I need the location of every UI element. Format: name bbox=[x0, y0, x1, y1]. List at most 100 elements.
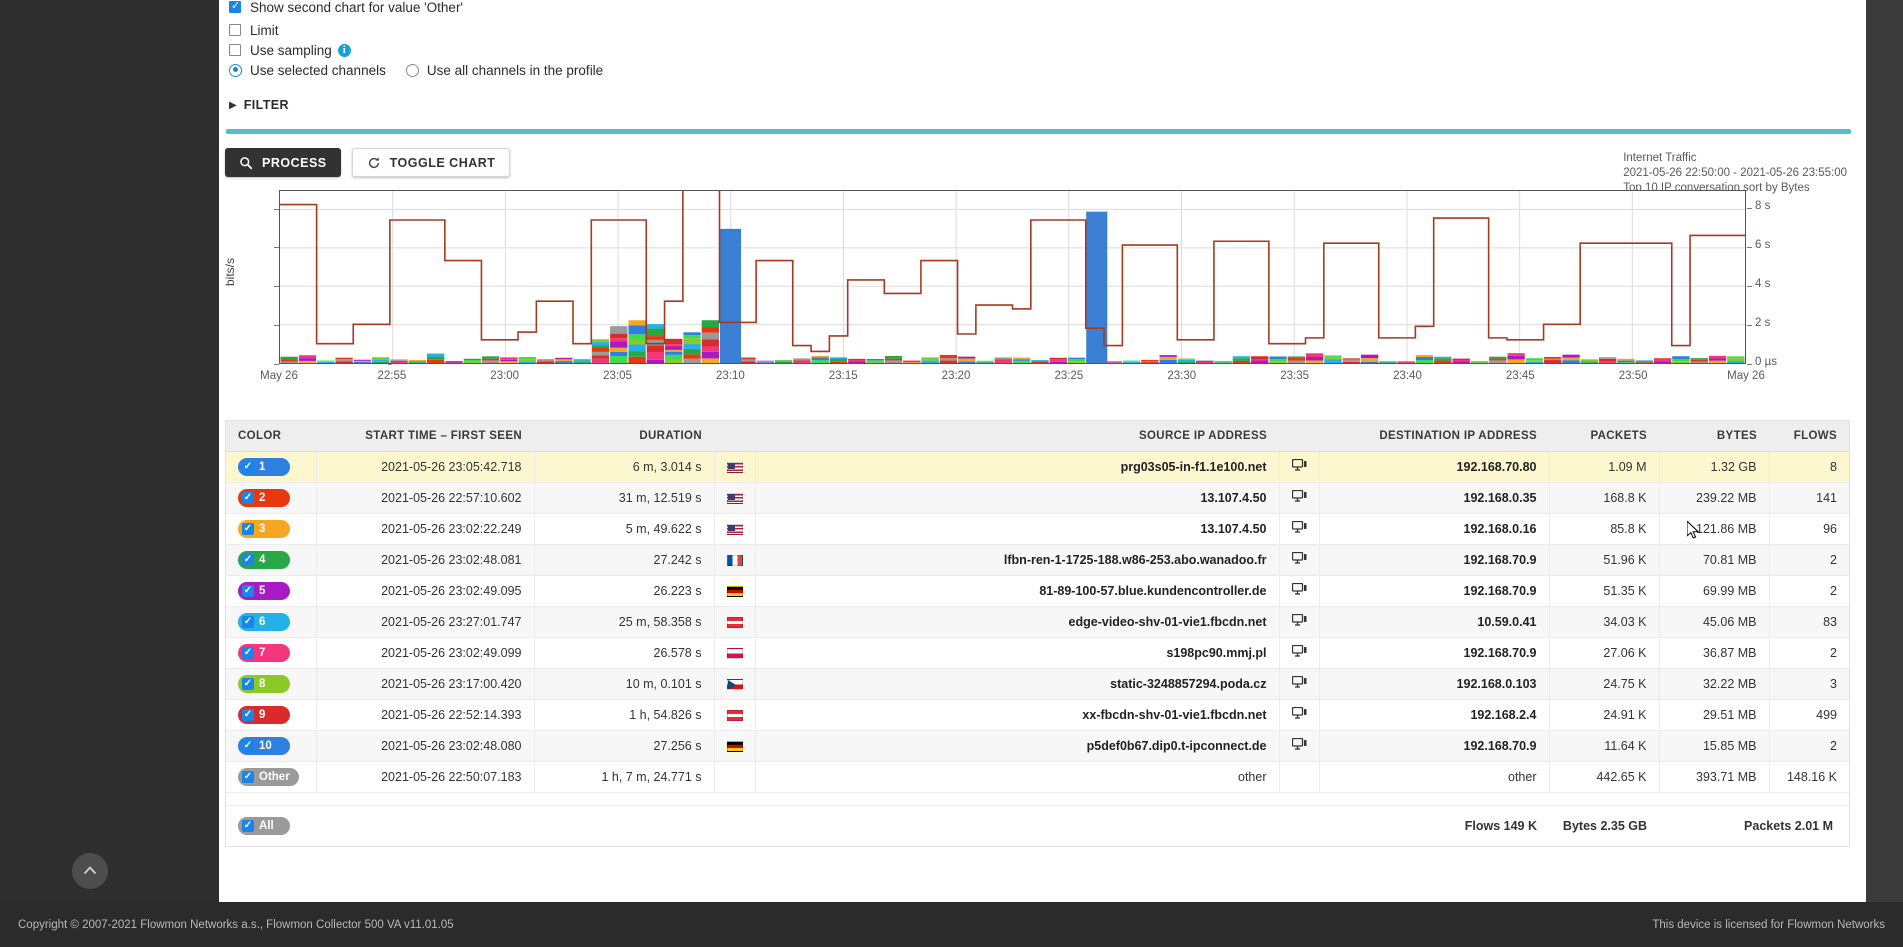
all-color-cell[interactable]: ✓All bbox=[226, 806, 316, 847]
row-source-ip[interactable]: 13.107.4.50 bbox=[755, 483, 1279, 514]
table-totals-row[interactable]: ✓AllFlows 149 KBytes 2.35 GBPackets 2.01… bbox=[226, 806, 1849, 847]
color-pill[interactable]: ✓Other bbox=[238, 768, 299, 786]
col-source-ip[interactable]: SOURCE IP ADDRESS bbox=[714, 421, 1279, 452]
table-row[interactable]: ✓Other2021-05-26 22:50:07.1831 h, 7 m, 2… bbox=[226, 762, 1849, 793]
row-checkbox[interactable]: ✓ bbox=[242, 647, 254, 659]
row-checkbox[interactable]: ✓ bbox=[242, 709, 254, 721]
row-bytes: 1.32 GB bbox=[1659, 452, 1769, 483]
col-flows[interactable]: FLOWS bbox=[1769, 421, 1849, 452]
row-source-ip[interactable]: 81-89-100-57.blue.kundencontroller.de bbox=[755, 576, 1279, 607]
row-source-ip[interactable]: 13.107.4.50 bbox=[755, 514, 1279, 545]
row-checkbox[interactable]: ✓ bbox=[242, 585, 254, 597]
all-color-pill[interactable]: ✓All bbox=[238, 817, 290, 835]
row-source-ip[interactable]: lfbn-ren-1-1725-188.w86-253.abo.wanadoo.… bbox=[755, 545, 1279, 576]
row-color-cell[interactable]: ✓4 bbox=[226, 545, 316, 576]
option-show-second-chart[interactable]: Show second chart for value 'Other' bbox=[229, 0, 1866, 14]
row-color-cell[interactable]: ✓3 bbox=[226, 514, 316, 545]
limit-checkbox[interactable] bbox=[229, 24, 241, 36]
use-all-channels-radio[interactable] bbox=[406, 64, 419, 77]
color-pill[interactable]: ✓4 bbox=[238, 551, 290, 569]
row-bytes: 36.87 MB bbox=[1659, 638, 1769, 669]
row-source-flag bbox=[714, 731, 755, 762]
row-color-label: 8 bbox=[259, 678, 265, 690]
table-row[interactable]: ✓102021-05-26 23:02:48.08027.256 sp5def0… bbox=[226, 731, 1849, 762]
row-destination-ip[interactable]: 192.168.0.103 bbox=[1319, 669, 1549, 700]
scroll-to-top-button[interactable] bbox=[72, 853, 108, 889]
col-destination-ip[interactable]: DESTINATION IP ADDRESS bbox=[1279, 421, 1549, 452]
row-checkbox[interactable]: ✓ bbox=[242, 492, 254, 504]
row-color-cell[interactable]: ✓6 bbox=[226, 607, 316, 638]
toggle-chart-button[interactable]: TOGGLE CHART bbox=[352, 148, 511, 177]
col-duration[interactable]: DURATION bbox=[534, 421, 714, 452]
col-bytes[interactable]: BYTES bbox=[1659, 421, 1769, 452]
row-source-ip[interactable]: static-3248857294.poda.cz bbox=[755, 669, 1279, 700]
row-color-cell[interactable]: ✓9 bbox=[226, 700, 316, 731]
row-source-ip[interactable]: prg03s05-in-f1.1e100.net bbox=[755, 452, 1279, 483]
row-color-cell[interactable]: ✓8 bbox=[226, 669, 316, 700]
row-checkbox[interactable]: ✓ bbox=[242, 740, 254, 752]
row-color-cell[interactable]: ✓5 bbox=[226, 576, 316, 607]
color-pill[interactable]: ✓8 bbox=[238, 675, 290, 693]
chart-plot-area[interactable] bbox=[279, 190, 1746, 364]
row-color-cell[interactable]: ✓10 bbox=[226, 731, 316, 762]
table-row[interactable]: ✓42021-05-26 23:02:48.08127.242 slfbn-re… bbox=[226, 545, 1849, 576]
row-checkbox[interactable]: ✓ bbox=[242, 461, 254, 473]
use-sampling-checkbox[interactable] bbox=[229, 44, 241, 56]
row-source-ip[interactable]: p5def0b67.dip0.t-ipconnect.de bbox=[755, 731, 1279, 762]
color-pill[interactable]: ✓1 bbox=[238, 458, 290, 476]
table-row[interactable]: ✓52021-05-26 23:02:49.09526.223 s81-89-1… bbox=[226, 576, 1849, 607]
row-checkbox[interactable]: ✓ bbox=[242, 678, 254, 690]
traffic-chart[interactable]: bits/s 025 M50 M75 M100 M 0 µs2 s4 s6 s8… bbox=[219, 190, 1866, 402]
col-color[interactable]: COLOR bbox=[226, 421, 316, 452]
row-destination-ip[interactable]: 192.168.2.4 bbox=[1319, 700, 1549, 731]
table-row[interactable]: ✓82021-05-26 23:17:00.42010 m, 0.101 sst… bbox=[226, 669, 1849, 700]
row-destination-ip[interactable]: 192.168.70.9 bbox=[1319, 731, 1549, 762]
table-row[interactable]: ✓72021-05-26 23:02:49.09926.578 ss198pc9… bbox=[226, 638, 1849, 669]
all-checkbox[interactable]: ✓ bbox=[242, 820, 254, 832]
color-pill[interactable]: ✓9 bbox=[238, 706, 290, 724]
color-pill[interactable]: ✓3 bbox=[238, 520, 290, 538]
row-color-cell[interactable]: ✓2 bbox=[226, 483, 316, 514]
color-pill[interactable]: ✓7 bbox=[238, 644, 290, 662]
color-pill[interactable]: ✓10 bbox=[238, 737, 290, 755]
row-destination-ip[interactable]: 192.168.0.16 bbox=[1319, 514, 1549, 545]
info-icon[interactable]: i bbox=[338, 44, 351, 57]
row-checkbox[interactable]: ✓ bbox=[242, 616, 254, 628]
color-pill[interactable]: ✓5 bbox=[238, 582, 290, 600]
col-packets[interactable]: PACKETS bbox=[1549, 421, 1659, 452]
show-second-chart-checkbox[interactable] bbox=[229, 1, 241, 13]
row-destination-ip[interactable]: 192.168.70.80 bbox=[1319, 452, 1549, 483]
filter-toggle[interactable]: ▶ FILTER bbox=[219, 98, 1866, 112]
row-checkbox[interactable]: ✓ bbox=[242, 554, 254, 566]
col-start-time[interactable]: START TIME – FIRST SEEN bbox=[316, 421, 534, 452]
color-pill[interactable]: ✓6 bbox=[238, 613, 290, 631]
row-source-ip[interactable]: other bbox=[755, 762, 1279, 793]
table-row[interactable]: ✓32021-05-26 23:02:22.2495 m, 49.622 s13… bbox=[226, 514, 1849, 545]
row-source-ip[interactable]: edge-video-shv-01-vie1.fbcdn.net bbox=[755, 607, 1279, 638]
row-color-cell[interactable]: ✓7 bbox=[226, 638, 316, 669]
row-destination-ip[interactable]: other bbox=[1319, 762, 1549, 793]
process-button[interactable]: PROCESS bbox=[225, 148, 341, 177]
chart-meta-title: Internet Traffic bbox=[1623, 151, 1847, 166]
row-source-ip[interactable]: xx-fbcdn-shv-01-vie1.fbcdn.net bbox=[755, 700, 1279, 731]
row-packets: 11.64 K bbox=[1549, 731, 1659, 762]
row-source-ip[interactable]: s198pc90.mmj.pl bbox=[755, 638, 1279, 669]
row-checkbox[interactable]: ✓ bbox=[242, 523, 254, 535]
option-limit[interactable]: Limit bbox=[229, 20, 1866, 40]
row-color-cell[interactable]: ✓1 bbox=[226, 452, 316, 483]
row-destination-ip[interactable]: 192.168.70.9 bbox=[1319, 576, 1549, 607]
row-destination-ip[interactable]: 192.168.70.9 bbox=[1319, 638, 1549, 669]
table-row[interactable]: ✓12021-05-26 23:05:42.7186 m, 3.014 sprg… bbox=[226, 452, 1849, 483]
row-bytes: 45.06 MB bbox=[1659, 607, 1769, 638]
use-selected-channels-radio[interactable] bbox=[229, 64, 242, 77]
row-destination-ip[interactable]: 10.59.0.41 bbox=[1319, 607, 1549, 638]
row-checkbox[interactable]: ✓ bbox=[242, 771, 254, 783]
row-destination-ip[interactable]: 192.168.70.9 bbox=[1319, 545, 1549, 576]
row-destination-ip[interactable]: 192.168.0.35 bbox=[1319, 483, 1549, 514]
color-pill[interactable]: ✓2 bbox=[238, 489, 290, 507]
option-use-sampling[interactable]: Use sampling i bbox=[229, 40, 1866, 60]
table-row[interactable]: ✓62021-05-26 23:27:01.74725 m, 58.358 se… bbox=[226, 607, 1849, 638]
table-row[interactable]: ✓22021-05-26 22:57:10.60231 m, 12.519 s1… bbox=[226, 483, 1849, 514]
table-row[interactable]: ✓92021-05-26 22:52:14.3931 h, 54.826 sxx… bbox=[226, 700, 1849, 731]
row-color-cell[interactable]: ✓Other bbox=[226, 762, 316, 793]
